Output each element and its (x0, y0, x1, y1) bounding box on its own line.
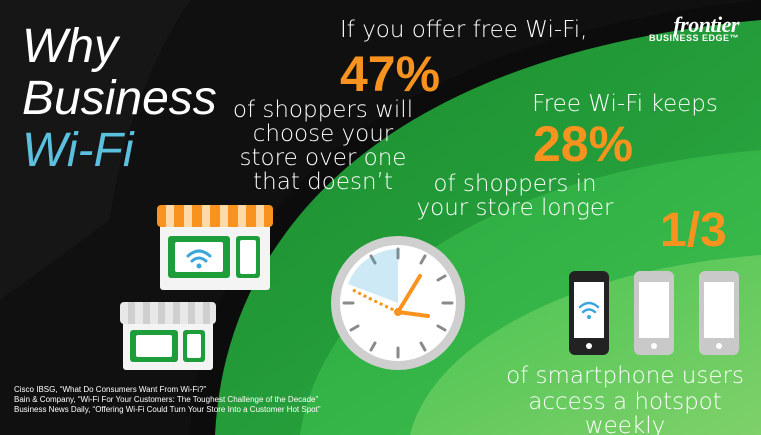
stat1-line4: that doesn’t (253, 169, 393, 195)
stat3-line2: access a hotspot weekly (528, 389, 722, 435)
source-item: Business News Daily, “Offering Wi-Fi Cou… (14, 405, 321, 414)
logo-sub: BUSINESS EDGE™ (648, 33, 739, 43)
store-icon (157, 205, 273, 290)
stat3-line1: of smartphone users (506, 363, 744, 389)
smartphone-icon (569, 271, 609, 355)
frontier-logo: frontier BUSINESS EDGE™ (648, 14, 740, 43)
smartphone-icon (699, 271, 739, 355)
stat2-line1: of shoppers in (433, 171, 597, 197)
stat2-intro: Free Wi-Fi keeps (532, 91, 718, 117)
source-item: Bain & Company, “Wi-Fi For Your Customer… (14, 395, 319, 404)
smartphone-icon (634, 271, 674, 355)
stat1-value: 47% (340, 46, 441, 102)
stat1-line1: of shoppers will (232, 97, 414, 123)
infographic: Why Business Wi-Fi frontier BUSINESS EDG… (0, 0, 761, 435)
clock-icon (331, 236, 465, 370)
title-line-1: Why (22, 20, 118, 73)
stat1-line3: store over one (239, 145, 407, 171)
sources: Cisco IBSG, “What Do Consumers Want From… (14, 385, 321, 415)
store-icon (120, 302, 216, 370)
stat1-intro: If you offer free Wi-Fi, (340, 17, 588, 43)
title-line-2: Business (22, 72, 217, 125)
stat2-line2: your store longer (416, 195, 614, 221)
stat1-line2: choose your (252, 121, 394, 147)
title-line-3: Wi-Fi (22, 124, 134, 177)
source-item: Cisco IBSG, “What Do Consumers Want From… (14, 385, 207, 394)
stat3-value: 1/3 (660, 204, 727, 257)
stat2-value: 28% (533, 116, 634, 172)
